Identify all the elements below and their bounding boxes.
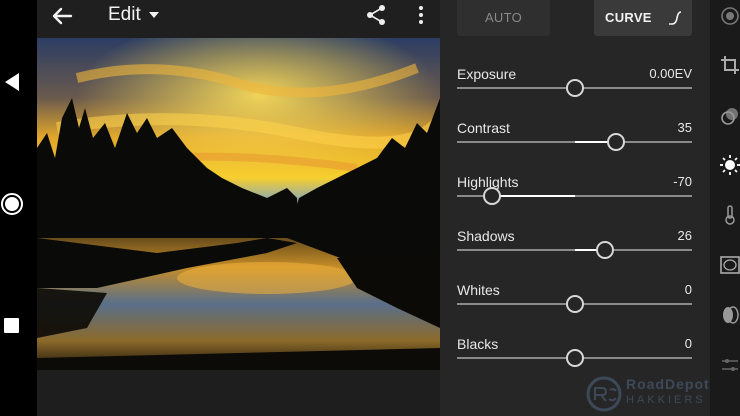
- blacks-slider-row: Blacks 0: [457, 336, 692, 376]
- watermark-logo: RoadDepot HAKKIERS: [586, 376, 736, 414]
- blacks-label: Blacks: [457, 336, 499, 352]
- tool-strip: [710, 0, 740, 416]
- shadows-value[interactable]: 26: [678, 228, 692, 243]
- contrast-value[interactable]: 35: [678, 120, 692, 135]
- whites-slider-thumb[interactable]: [566, 295, 584, 313]
- effects-icon[interactable]: [720, 255, 740, 275]
- watermark-line1: RoadDepot: [626, 376, 710, 392]
- shadows-slider-row: Shadows 26: [457, 228, 692, 268]
- caret-down-icon[interactable]: [149, 12, 159, 18]
- detail-icon[interactable]: [720, 355, 740, 375]
- curve-button-label: CURVE: [605, 10, 652, 25]
- highlights-slider-thumb[interactable]: [483, 187, 501, 205]
- exposure-value[interactable]: 0.00EV: [649, 66, 692, 81]
- adjustment-panel: AUTO CURVE Exposure 0.00EV Contrast 35 Highl…: [440, 0, 710, 416]
- healing-icon[interactable]: [720, 106, 740, 126]
- watermark-icon: [586, 376, 622, 412]
- contrast-label: Contrast: [457, 120, 510, 136]
- exposure-slider-row: Exposure 0.00EV: [457, 66, 692, 106]
- app-top-bar: Edit: [37, 0, 440, 38]
- color-temp-icon[interactable]: [720, 205, 740, 225]
- curve-icon: [669, 11, 682, 25]
- blacks-slider-thumb[interactable]: [566, 349, 584, 367]
- highlights-slider-row: Highlights -70: [457, 174, 692, 214]
- presets-icon[interactable]: [720, 6, 740, 26]
- canvas-footer: [37, 370, 440, 416]
- optics-icon[interactable]: [720, 305, 740, 325]
- contrast-slider-thumb[interactable]: [607, 133, 625, 151]
- system-nav-bar: [0, 0, 37, 416]
- sunset-lake-photo: [37, 38, 440, 370]
- photo-canvas[interactable]: [37, 38, 440, 370]
- highlights-value[interactable]: -70: [673, 174, 692, 189]
- whites-slider-row: Whites 0: [457, 282, 692, 322]
- auto-button[interactable]: AUTO: [457, 0, 550, 36]
- nav-back-icon[interactable]: [5, 73, 19, 91]
- light-icon[interactable]: [720, 155, 740, 175]
- nav-home-icon[interactable]: [1, 193, 23, 215]
- back-arrow-icon[interactable]: [51, 5, 73, 27]
- contrast-slider-row: Contrast 35: [457, 120, 692, 160]
- crop-icon[interactable]: [720, 55, 740, 75]
- exposure-label: Exposure: [457, 66, 517, 82]
- edit-mode-dropdown[interactable]: Edit: [108, 4, 141, 26]
- more-vertical-icon[interactable]: [417, 4, 425, 26]
- shadows-label: Shadows: [457, 228, 515, 244]
- watermark-line2: HAKKIERS: [626, 394, 706, 406]
- whites-label: Whites: [457, 282, 500, 298]
- nav-recent-apps-icon[interactable]: [4, 318, 19, 333]
- curve-button[interactable]: CURVE: [594, 0, 692, 36]
- whites-value[interactable]: 0: [685, 282, 692, 297]
- exposure-slider-thumb[interactable]: [566, 79, 584, 97]
- shadows-slider-thumb[interactable]: [596, 241, 614, 259]
- highlights-slider-fill: [492, 195, 575, 197]
- blacks-value[interactable]: 0: [685, 336, 692, 351]
- share-icon[interactable]: [366, 4, 386, 26]
